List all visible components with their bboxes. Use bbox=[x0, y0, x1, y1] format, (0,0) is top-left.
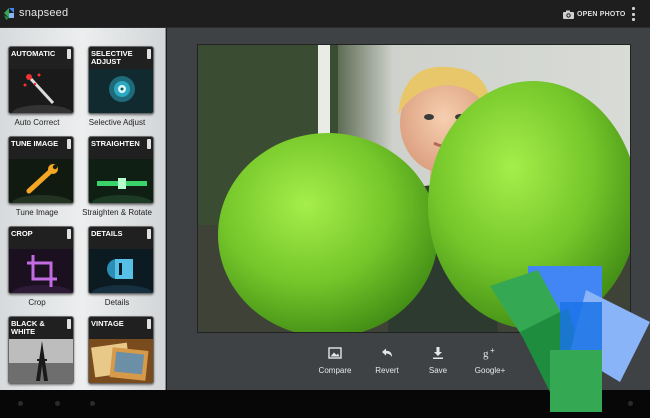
open-photo-button[interactable]: OPEN PHOTO bbox=[563, 7, 626, 21]
magic-wand-icon bbox=[9, 69, 73, 113]
tool-caption: Auto Correct bbox=[14, 118, 60, 127]
nav-dot bbox=[90, 401, 95, 406]
tool-tile-crop[interactable]: CROP bbox=[8, 226, 74, 294]
revert-label: Revert bbox=[375, 366, 399, 375]
tool-tile-title: TUNE IMAGE bbox=[11, 139, 59, 148]
tool-tile-black-white[interactable]: BLACK & WHITE bbox=[8, 316, 74, 384]
tool-tile-automatic[interactable]: AUTOMATIC bbox=[8, 46, 74, 114]
eiffel-tower-icon bbox=[9, 339, 73, 383]
tool-caption: Selective Adjust bbox=[88, 118, 146, 127]
tool-tile-vintage[interactable]: VINTAGE bbox=[88, 316, 154, 384]
tool-caption: Straighten & Rotate bbox=[82, 208, 152, 217]
revert-button[interactable]: Revert bbox=[362, 346, 412, 375]
compare-button[interactable]: Compare bbox=[310, 346, 360, 375]
tool-sidebar[interactable]: AUTOMATIC Auto Correct SELECTIVE ADJUST … bbox=[0, 28, 166, 390]
revert-arrow-icon bbox=[382, 348, 392, 357]
tool-caption: Crop bbox=[28, 298, 46, 307]
level-icon bbox=[89, 159, 153, 203]
svg-text:g: g bbox=[483, 348, 489, 360]
nav-dot bbox=[55, 401, 60, 406]
top-bar: snapseed OPEN PHOTO bbox=[0, 0, 650, 28]
compare-image-icon bbox=[328, 347, 342, 359]
overflow-menu-icon[interactable] bbox=[632, 7, 636, 21]
wrench-icon bbox=[9, 159, 73, 203]
tool-tile-straighten[interactable]: STRAIGHTEN bbox=[88, 136, 154, 204]
tool-tile-tune-image[interactable]: TUNE IMAGE bbox=[8, 136, 74, 204]
tool-caption: Tune Image bbox=[15, 208, 59, 217]
tool-tile-title: AUTOMATIC bbox=[11, 49, 56, 58]
camera-icon bbox=[563, 10, 574, 19]
nav-dot bbox=[18, 401, 23, 406]
tool-caption: Details bbox=[104, 298, 130, 307]
save-button[interactable]: Save bbox=[413, 346, 463, 375]
app-title: snapseed bbox=[19, 7, 69, 19]
tool-tile-details[interactable]: DETAILS bbox=[88, 226, 154, 294]
tool-tile-title: SELECTIVE ADJUST bbox=[91, 49, 133, 66]
crop-icon bbox=[9, 249, 73, 293]
tool-tile-title: BLACK & WHITE bbox=[11, 319, 45, 336]
tool-tile-title: DETAILS bbox=[91, 229, 123, 238]
save-download-icon bbox=[433, 347, 443, 359]
tool-tile-selective-adjust[interactable]: SELECTIVE ADJUST bbox=[88, 46, 154, 114]
compare-label: Compare bbox=[318, 366, 352, 375]
save-label: Save bbox=[428, 366, 448, 375]
tool-tile-title: VINTAGE bbox=[91, 319, 124, 328]
snapseed-logo-icon bbox=[4, 8, 14, 20]
open-photo-label: OPEN PHOTO bbox=[577, 10, 626, 18]
tool-tile-title: CROP bbox=[11, 229, 33, 238]
sharpen-icon bbox=[89, 249, 153, 293]
snapseed-big-logo-icon bbox=[490, 266, 650, 412]
tool-tile-title: STRAIGHTEN bbox=[91, 139, 140, 148]
vintage-photo-icon bbox=[89, 339, 153, 383]
control-point-icon bbox=[89, 69, 153, 113]
